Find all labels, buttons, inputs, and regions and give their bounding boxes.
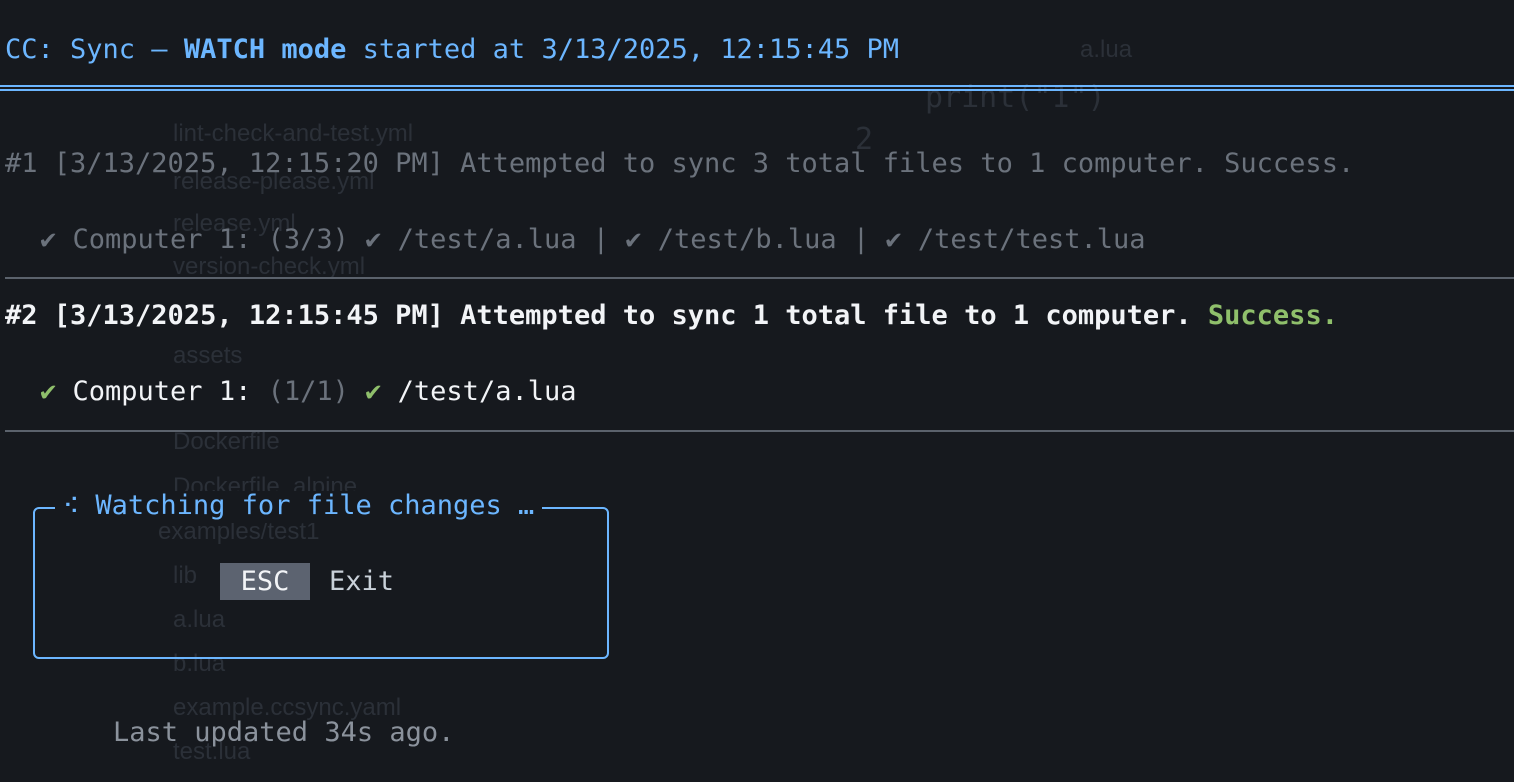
file-count: (3/3) xyxy=(267,224,349,255)
header-prefix: CC: Sync – xyxy=(5,34,184,65)
computer-name: Computer 1: xyxy=(56,376,268,407)
header-mode: WATCH mode xyxy=(183,34,347,65)
exit-label: Exit xyxy=(329,566,395,597)
check-icon: ✔ xyxy=(40,376,57,407)
bg-file-item: lint-check-and-test.yml xyxy=(173,120,414,147)
file-path: /test/test.lua xyxy=(901,224,1146,255)
file-path: /test/a.lua xyxy=(381,224,577,255)
file-path: /test/a.lua xyxy=(381,376,577,407)
watch-status-text: Watching for file changes … xyxy=(79,490,535,521)
sync-status: Success. xyxy=(1207,300,1338,331)
sync-entry-2-summary: #2 [3/13/2025, 12:15:45 PM] Attempted to… xyxy=(5,302,1338,329)
sync-entry-1-computer: ✔ Computer 1: (3/3) ✔ /test/a.lua | ✔ /t… xyxy=(40,226,1146,253)
file-count: (1/1) xyxy=(267,376,349,407)
computer-name: Computer 1: xyxy=(56,224,268,255)
entry-divider xyxy=(5,277,1514,279)
sync-entry-2-computer: ✔ Computer 1: (1/1) ✔ /test/a.lua xyxy=(40,378,576,405)
sync-entry-label: #2 [3/13/2025, 12:15:45 PM] Attempted to… xyxy=(5,300,1208,331)
file-path: /test/b.lua xyxy=(641,224,837,255)
entry-divider xyxy=(5,430,1514,432)
header-double-rule xyxy=(0,85,1514,91)
file-separator: | xyxy=(576,224,626,255)
bg-tab-label: a.lua xyxy=(1080,36,1133,63)
file-separator: | xyxy=(836,224,886,255)
header-started: started at 3/13/2025, 12:15:45 PM xyxy=(346,34,900,65)
esc-key-button[interactable]: ESC xyxy=(220,563,310,600)
sync-status: Success. xyxy=(1224,148,1355,179)
spinner-icon: ⠪ xyxy=(63,495,80,520)
bg-file-item: assets xyxy=(173,342,243,369)
check-icon: ✔ xyxy=(365,376,382,407)
watch-status-panel xyxy=(33,507,609,659)
sync-entry-label: #1 [3/13/2025, 12:15:20 PM] Attempted to… xyxy=(5,148,1225,179)
check-icon: ✔ xyxy=(40,224,57,255)
last-updated-text: Last updated 34s ago. xyxy=(113,717,455,748)
check-icon: ✔ xyxy=(885,224,902,255)
check-icon: ✔ xyxy=(625,224,642,255)
watch-header: CC: Sync – WATCH mode started at 3/13/20… xyxy=(5,36,899,63)
bg-file-item: Dockerfile xyxy=(173,428,280,455)
watch-status-title: ⠪ Watching for file changes … xyxy=(55,490,543,523)
check-icon: ✔ xyxy=(365,224,382,255)
sync-entry-1-summary: #1 [3/13/2025, 12:15:20 PM] Attempted to… xyxy=(5,150,1354,177)
